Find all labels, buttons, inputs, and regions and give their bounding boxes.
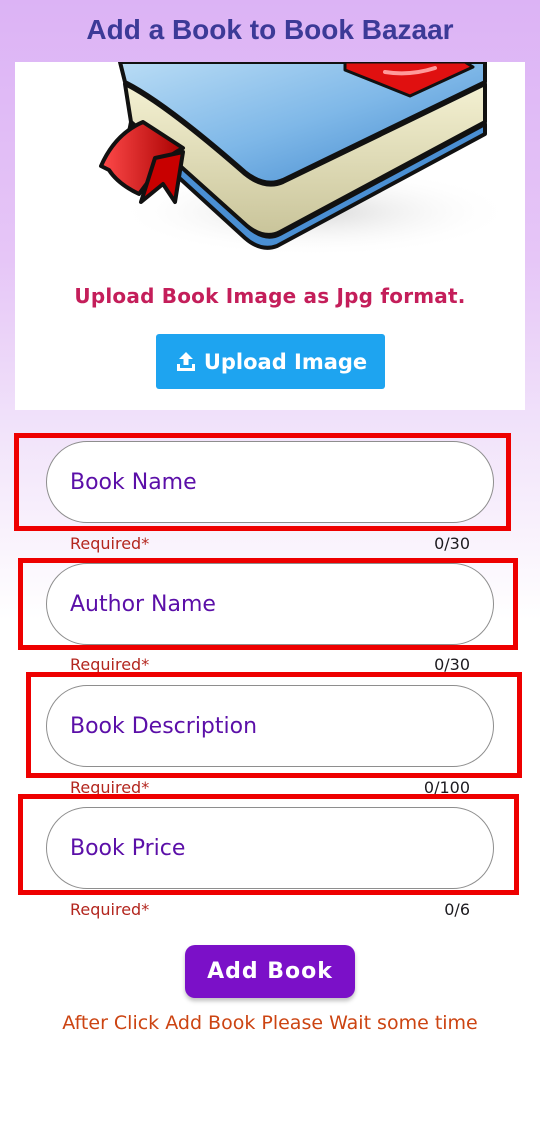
upload-button-label: Upload Image — [203, 349, 368, 374]
book-price-counter: 0/6 — [444, 900, 470, 919]
book-price-helper: Required* — [70, 900, 150, 919]
add-book-button[interactable]: Add Book — [185, 945, 355, 998]
book-description-input[interactable] — [46, 685, 494, 767]
book-illustration — [99, 62, 515, 257]
book-image-card: Upload Book Image as Jpg format. Upload … — [15, 62, 525, 410]
book-name-input[interactable] — [46, 441, 494, 523]
wait-note: After Click Add Book Please Wait some ti… — [62, 1012, 478, 1034]
book-name-helper: Required* — [70, 534, 150, 553]
page-title: Add a Book to Book Bazaar — [86, 14, 454, 45]
book-price-input[interactable] — [46, 807, 494, 889]
upload-icon — [176, 351, 195, 371]
author-name-input[interactable] — [46, 563, 494, 645]
upload-hint-text: Upload Book Image as Jpg format. — [74, 284, 466, 308]
book-name-counter: 0/30 — [434, 534, 470, 553]
upload-image-button[interactable]: Upload Image — [156, 334, 385, 389]
